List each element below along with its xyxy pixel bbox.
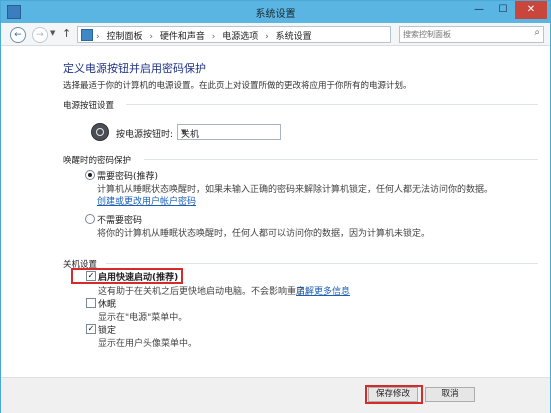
address-bar: ← → ▼ ↑ › 控制面板 › 硬件和声音 › 电源选项 › 系统设置 ▼ ↻… xyxy=(1,23,550,46)
no-password-label[interactable]: 不需要密码 xyxy=(97,213,142,226)
fast-startup-label[interactable]: 启用快速启动(推荐) xyxy=(98,270,178,283)
fast-startup-checkbox[interactable]: ✓ xyxy=(86,271,96,281)
section-divider xyxy=(144,159,538,160)
lock-checkbox[interactable]: ✓ xyxy=(86,324,96,334)
require-password-radio[interactable] xyxy=(85,170,95,180)
breadcrumb-item[interactable]: 硬件和声音 xyxy=(160,32,205,42)
footer-bar: 保存修改 取消 xyxy=(1,377,550,413)
hibernate-label[interactable]: 休眠 xyxy=(98,297,116,310)
breadcrumb-separator: › xyxy=(149,32,153,42)
breadcrumb-separator: › xyxy=(96,32,100,42)
require-password-label[interactable]: 需要密码(推荐) xyxy=(97,169,158,182)
password-section-title: 唤醒时的密码保护 xyxy=(63,156,132,166)
recent-pages-chevron-icon[interactable]: ▼ xyxy=(50,29,55,37)
search-icon[interactable]: ⌕ xyxy=(534,27,540,38)
breadcrumb[interactable]: › 控制面板 › 硬件和声音 › 电源选项 › 系统设置 ▼ ↻ xyxy=(77,26,462,43)
search-box[interactable]: ⌕ xyxy=(399,26,544,43)
power-button-label: 按电源按钮时: xyxy=(116,130,174,140)
section-divider xyxy=(106,263,538,264)
learn-more-link[interactable]: 了解更多信息 xyxy=(296,284,350,297)
power-button-section-title: 电源按钮设置 xyxy=(63,101,115,111)
close-button[interactable]: ✕ xyxy=(515,1,547,19)
page-title: 定义电源按钮并启用密码保护 xyxy=(63,62,206,75)
breadcrumb-item[interactable]: 控制面板 xyxy=(106,32,142,42)
no-password-radio[interactable] xyxy=(85,214,95,224)
control-panel-icon xyxy=(81,29,93,41)
forward-button[interactable]: → xyxy=(32,27,48,43)
back-button[interactable]: ← xyxy=(10,27,26,43)
breadcrumb-separator: › xyxy=(211,32,216,42)
page-subtitle: 选择最适于你的计算机的电源设置。在此页上对设置所做的更改将应用于你所有的电源计划… xyxy=(63,81,412,91)
breadcrumb-separator: › xyxy=(265,32,269,42)
up-button[interactable]: ↑ xyxy=(62,27,71,40)
lock-desc: 显示在用户头像菜单中。 xyxy=(98,339,198,349)
power-button-action-select[interactable]: 关机 ▼ xyxy=(177,124,281,140)
breadcrumb-item[interactable]: 电源选项 xyxy=(222,32,258,42)
minimize-button[interactable]: — xyxy=(467,1,491,19)
hibernate-checkbox[interactable] xyxy=(86,298,96,308)
chevron-down-icon: ▼ xyxy=(181,128,187,136)
lock-label[interactable]: 锁定 xyxy=(98,323,116,336)
search-input[interactable] xyxy=(403,28,521,40)
save-changes-button[interactable]: 保存修改 xyxy=(368,387,418,402)
system-settings-window: 系统设置 — ☐ ✕ ← → ▼ ↑ › 控制面板 › 硬件和声音 › 电源选项… xyxy=(0,0,551,413)
fast-startup-desc: 这有助于在关机之后更快地启动电脑。不会影响重启。 xyxy=(98,287,315,297)
hibernate-desc: 显示在"电源"菜单中。 xyxy=(98,313,188,323)
cancel-button[interactable]: 取消 xyxy=(425,387,475,402)
maximize-button[interactable]: ☐ xyxy=(491,1,515,19)
section-divider xyxy=(126,104,538,105)
no-password-desc: 将你的计算机从睡眠状态唤醒时，任何人都可以访问你的数据，因为计算机未锁定。 xyxy=(97,229,431,239)
title-bar: 系统设置 — ☐ ✕ xyxy=(1,1,550,23)
power-icon xyxy=(91,123,109,141)
change-password-link[interactable]: 创建或更改用户帐户密码 xyxy=(97,194,196,207)
breadcrumb-item[interactable]: 系统设置 xyxy=(276,32,312,42)
